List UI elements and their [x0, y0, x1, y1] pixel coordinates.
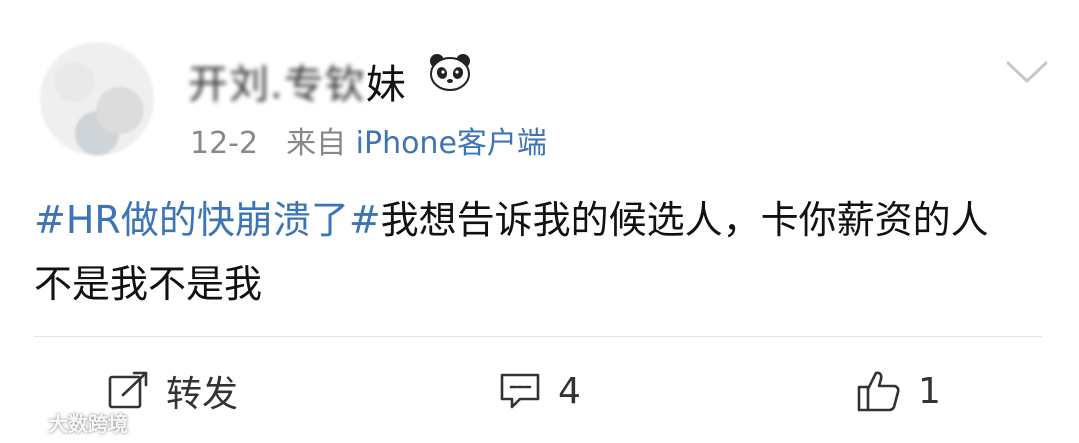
source-link[interactable]: iPhone客户端	[356, 126, 547, 161]
watermark-logo-icon	[4, 413, 40, 432]
repost-label: 转发	[166, 374, 239, 415]
user-avatar[interactable]	[40, 42, 154, 156]
comment-count: 4	[558, 370, 581, 412]
comment-icon	[500, 373, 540, 409]
like-button[interactable]: 1	[856, 366, 941, 416]
post-text: #HR做的快崩溃了#我想告诉我的候选人，卡你薪资的人不是我不是我	[34, 188, 1024, 316]
panda-icon	[430, 54, 470, 91]
chevron-down-icon[interactable]	[1004, 58, 1050, 86]
post-meta: 12-2 来自 iPhone客户端	[190, 118, 547, 162]
repost-icon	[108, 371, 148, 409]
username-visible: 妹	[365, 62, 407, 108]
comment-button[interactable]: 4	[498, 366, 581, 416]
hashtag-link[interactable]: #HR做的快崩溃了#	[34, 198, 381, 242]
post-date: 12-2	[190, 126, 259, 161]
username-blurred: 开刘.专钦	[188, 62, 366, 108]
watermark: 大数跨境	[4, 408, 128, 437]
watermark-text: 大数跨境	[48, 412, 128, 436]
source-prefix: 来自	[286, 126, 347, 161]
divider	[34, 336, 1042, 337]
like-count: 1	[918, 370, 941, 412]
thumbs-up-icon	[857, 371, 900, 412]
weibo-post-card: 开刘.专钦妹 12-2 来自 iPhone客户端 #HR做的快崩溃了#我想告诉我的…	[0, 0, 1079, 443]
username[interactable]: 开刘.专钦妹	[188, 52, 407, 110]
